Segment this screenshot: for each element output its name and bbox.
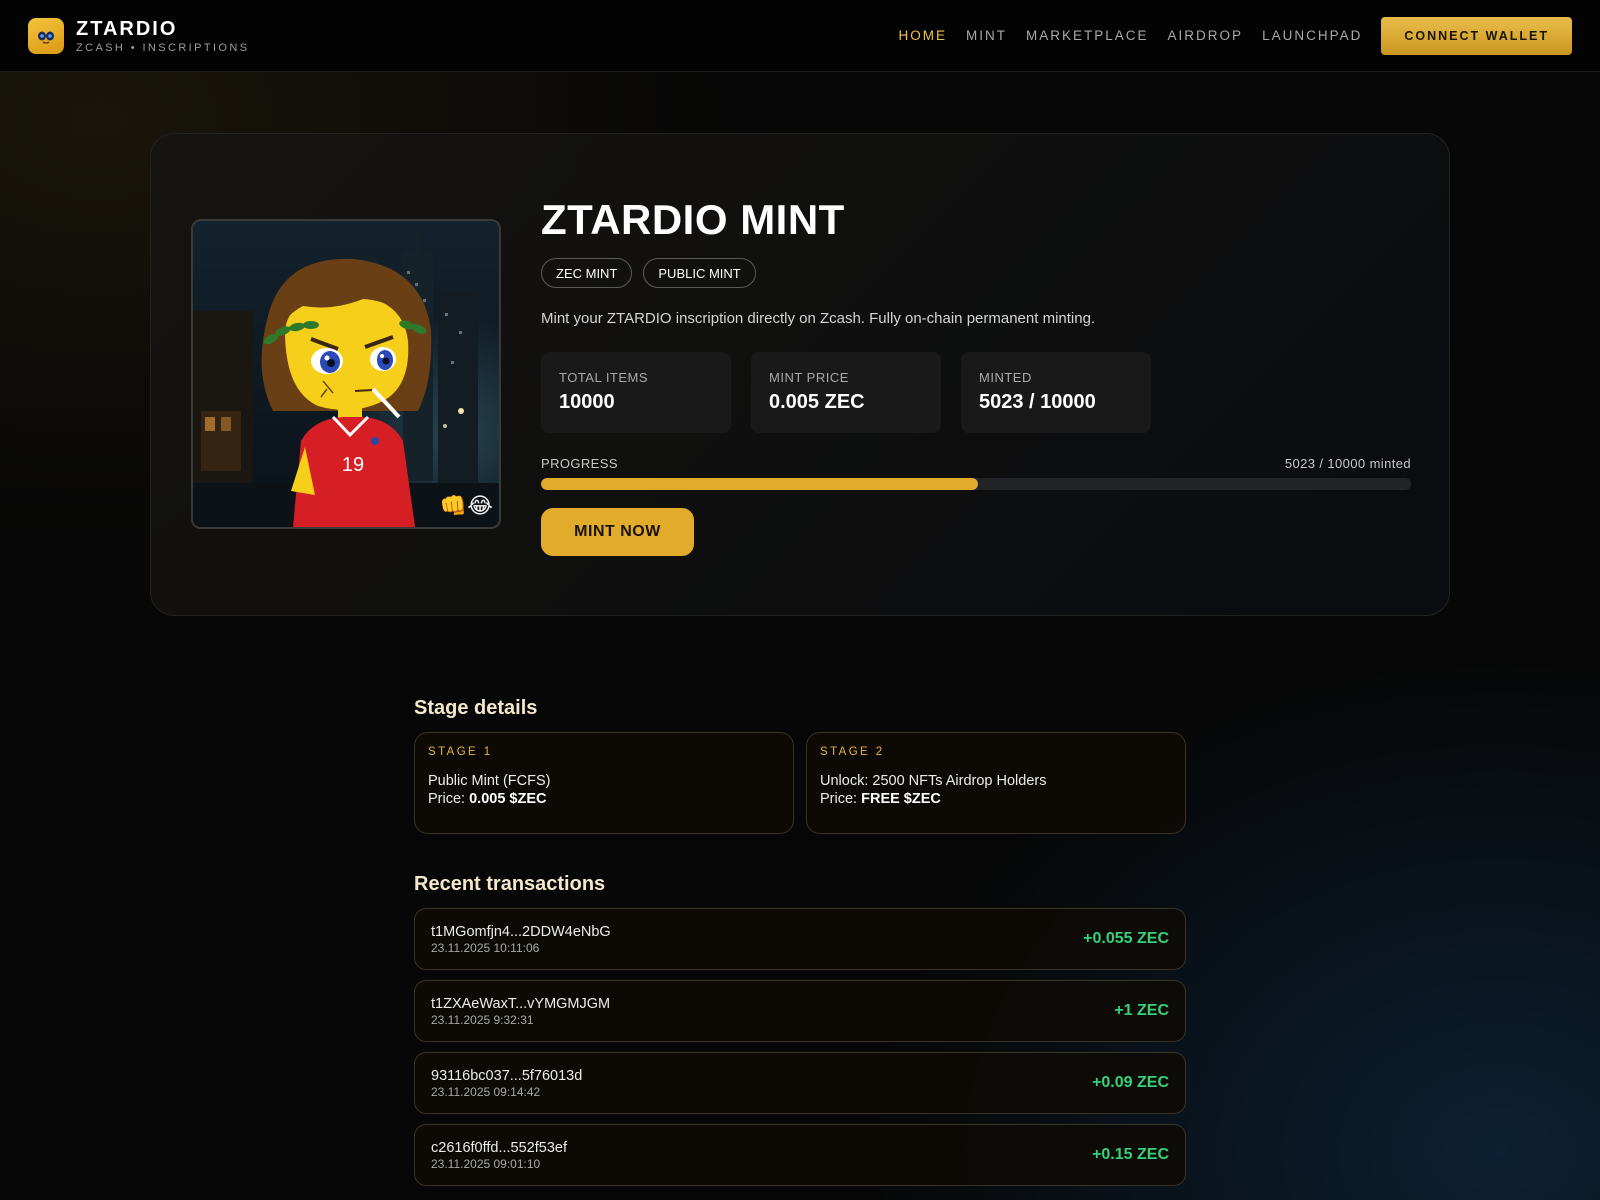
stat-total-items: TOTAL ITEMS 10000 (541, 352, 731, 433)
page-title: ZTARDIO MINT (541, 196, 845, 243)
brand-name[interactable]: ZTARDIO (76, 18, 249, 40)
stage-card-2: STAGE 2 Unlock: 2500 NFTs Airdrop Holder… (806, 732, 1186, 834)
mint-hero-card: 19 👊😂 ZTARDIO MINT ZEC MINT PUBLIC MINT … (150, 133, 1450, 616)
transaction-amount: +0.15 ZEC (1092, 1146, 1169, 1163)
transaction-row[interactable]: t1ZXAeWaxT...vYMGMJGM 23.11.2025 9:32:31… (414, 980, 1186, 1042)
nav-link-marketplace[interactable]: MARKETPLACE (1026, 28, 1149, 43)
badge-row: ZEC MINT PUBLIC MINT (541, 258, 1411, 288)
transaction-list: t1MGomfjn4...2DDW4eNbG 23.11.2025 10:11:… (414, 908, 1186, 1186)
mint-description: Mint your ZTARDIO inscription directly o… (541, 310, 1096, 327)
mint-info: ZTARDIO MINT ZEC MINT PUBLIC MINT Mint y… (541, 196, 1411, 556)
stage-price-value: FREE $ZEC (861, 791, 941, 807)
transaction-info: t1ZXAeWaxT...vYMGMJGM 23.11.2025 9:32:31 (431, 996, 610, 1027)
progress-header: PROGRESS 5023 / 10000 minted (541, 456, 1411, 471)
brand-subtitle: ZCASH • INSCRIPTIONS (76, 41, 250, 54)
progress-count: 5023 / 10000 minted (1284, 456, 1411, 471)
badge-zec-mint: ZEC MINT (541, 258, 633, 288)
stat-minted: MINTED 5023 / 10000 (961, 352, 1151, 433)
transaction-time: 23.11.2025 10:11:06 (431, 940, 540, 955)
nft-artwork-image: 19 👊😂 (191, 219, 501, 529)
transaction-row[interactable]: c2616f0ffd...552f53ef 23.11.2025 09:01:1… (414, 1124, 1186, 1186)
connect-wallet-button[interactable]: CONNECT WALLET (1381, 16, 1572, 55)
transaction-time: 23.11.2025 09:14:42 (431, 1084, 541, 1099)
transaction-hash[interactable]: t1MGomfjn4...2DDW4eNbG (431, 924, 611, 940)
transaction-info: c2616f0ffd...552f53ef 23.11.2025 09:01:1… (431, 1140, 567, 1171)
stage-price-value: 0.005 $ZEC (469, 791, 547, 807)
badge-public-mint: PUBLIC MINT (643, 258, 756, 288)
nav-links: HOME MINT MARKETPLACE AIRDROP LAUNCHPAD … (880, 16, 1572, 55)
transaction-info: 93116bc037...5f76013d 23.11.2025 09:14:4… (431, 1068, 582, 1099)
stage-price: Price: 0.005 $ZEC (428, 791, 780, 807)
stage-name: Public Mint (FCFS) (428, 773, 551, 789)
mint-now-button[interactable]: MINT NOW (541, 508, 694, 556)
nav-link-launchpad[interactable]: LAUNCHPAD (1262, 28, 1362, 43)
top-nav: ZTARDIO ZCASH • INSCRIPTIONS HOME MINT M… (0, 0, 1600, 72)
stage-list: STAGE 1 Public Mint (FCFS) Price: 0.005 … (414, 732, 1186, 834)
stage-price-label: Price: (428, 791, 466, 807)
progress-label: PROGRESS (541, 456, 618, 471)
stage-name: Unlock: 2500 NFTs Airdrop Holders (820, 773, 1047, 789)
stage-card-1: STAGE 1 Public Mint (FCFS) Price: 0.005 … (414, 732, 794, 834)
transaction-row[interactable]: 93116bc037...5f76013d 23.11.2025 09:14:4… (414, 1052, 1186, 1114)
stat-value: 10000 (559, 391, 615, 413)
progress-bar-fill (541, 478, 978, 490)
recent-transactions-section: Recent transactions t1MGomfjn4...2DDW4eN… (414, 873, 1186, 1186)
brand: ZTARDIO ZCASH • INSCRIPTIONS (76, 18, 249, 54)
stat-label: MINTED (979, 370, 1032, 385)
section-title: Recent transactions (414, 873, 606, 895)
mascot-face-icon[interactable] (28, 17, 64, 54)
stat-mint-price: MINT PRICE 0.005 ZEC (751, 352, 941, 433)
stage-details-section: Stage details STAGE 1 Public Mint (FCFS)… (414, 697, 1186, 834)
transaction-time: 23.11.2025 9:32:31 (431, 1012, 534, 1027)
stat-value: 0.005 ZEC (769, 391, 865, 413)
transaction-info: t1MGomfjn4...2DDW4eNbG 23.11.2025 10:11:… (431, 924, 611, 955)
nav-link-home[interactable]: HOME (899, 28, 948, 43)
transaction-row[interactable]: t1MGomfjn4...2DDW4eNbG 23.11.2025 10:11:… (414, 908, 1186, 970)
stat-label: MINT PRICE (769, 370, 849, 385)
nav-link-airdrop[interactable]: AIRDROP (1168, 28, 1244, 43)
stat-label: TOTAL ITEMS (559, 370, 649, 385)
stage-tag: STAGE 1 (428, 746, 493, 758)
progress-bar (541, 478, 1411, 490)
stat-value: 5023 / 10000 (979, 391, 1096, 413)
stage-price: Price: FREE $ZEC (820, 791, 1172, 807)
stats-row: TOTAL ITEMS 10000 MINT PRICE 0.005 ZEC M… (541, 352, 1411, 433)
section-title: Stage details (414, 697, 538, 719)
svg-text:19: 19 (342, 454, 364, 476)
stage-price-label: Price: (820, 791, 858, 807)
transaction-hash[interactable]: 93116bc037...5f76013d (431, 1068, 582, 1084)
transaction-amount: +1 ZEC (1114, 1002, 1169, 1019)
emoji-overlay: 👊😂 (439, 494, 493, 519)
transaction-amount: +0.09 ZEC (1092, 1074, 1169, 1091)
transaction-hash[interactable]: c2616f0ffd...552f53ef (431, 1140, 567, 1156)
stage-tag: STAGE 2 (820, 746, 885, 758)
transaction-hash[interactable]: t1ZXAeWaxT...vYMGMJGM (431, 996, 610, 1012)
nav-link-mint[interactable]: MINT (966, 28, 1007, 43)
transaction-time: 23.11.2025 09:01:10 (431, 1156, 541, 1171)
transaction-amount: +0.055 ZEC (1083, 930, 1169, 947)
